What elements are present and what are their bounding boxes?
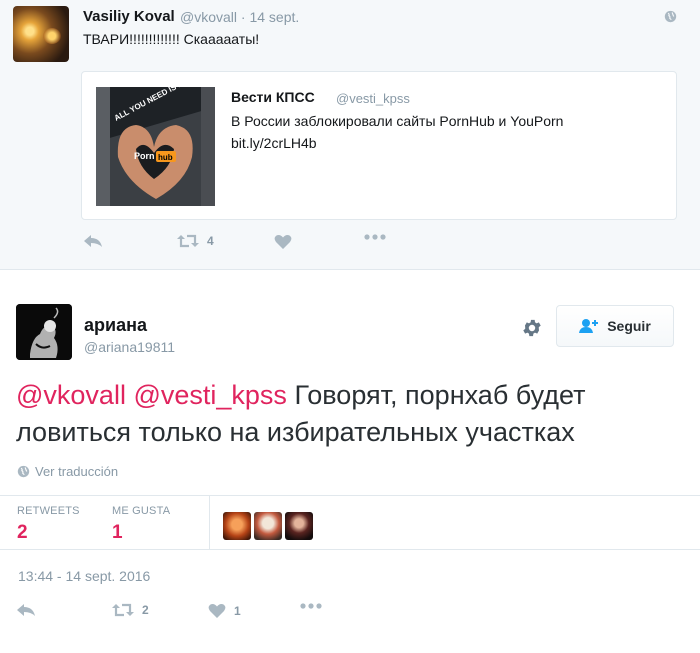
add-user-icon — [579, 319, 599, 333]
parent-tweet-actions: 4 — [83, 234, 403, 256]
translate-link[interactable]: Ver traducción — [17, 464, 118, 479]
logo-porn-text: Porn — [134, 151, 155, 161]
retweet-icon — [112, 603, 134, 617]
heart-icon — [208, 604, 226, 618]
tweet-text: @vkovall @vesti_kpss Говорят, порнхаб бу… — [16, 377, 676, 451]
retweet-button[interactable]: 4 — [177, 234, 214, 248]
likers-avatars — [223, 512, 313, 540]
reply-icon — [17, 604, 35, 616]
reply-button[interactable] — [16, 603, 36, 617]
author-handle[interactable]: @ariana19811 — [84, 339, 175, 355]
more-icon — [300, 603, 322, 609]
retweet-count: 2 — [142, 603, 149, 617]
follow-button-label: Seguir — [607, 318, 651, 334]
tweet-date[interactable]: · 14 sept. — [241, 9, 299, 25]
globe-icon — [664, 10, 677, 23]
tweet-text: ТВАРИ!!!!!!!!!!!!! Скаааааты! — [83, 31, 260, 47]
likes-stat[interactable]: ME GUSTA 1 — [112, 505, 170, 544]
main-tweet: ариана @ariana19811 Seguir @vkovall @ves… — [0, 270, 700, 653]
quoted-tweet-link[interactable]: bit.ly/2crLH4b — [231, 135, 317, 151]
quoted-tweet-image[interactable]: Porn hub ALL YOU NEED IS HAND — [96, 87, 215, 206]
logo-hub-text: hub — [158, 153, 173, 162]
tweet-stats: RETWEETS 2 ME GUSTA 1 — [0, 495, 700, 550]
quoted-tweet[interactable]: Porn hub ALL YOU NEED IS HAND Вести КПСС… — [81, 71, 677, 220]
translate-label: Ver traducción — [35, 464, 119, 479]
main-tweet-actions: 2 1 — [16, 603, 346, 625]
more-button[interactable] — [300, 603, 322, 609]
quoted-author-name[interactable]: Вести КПСС — [231, 89, 315, 105]
like-button[interactable]: 1 — [208, 603, 241, 619]
retweets-stat[interactable]: RETWEETS 2 — [17, 505, 80, 544]
avatar-vasiliy-koval[interactable] — [13, 6, 69, 62]
liker-avatar[interactable] — [285, 512, 313, 540]
stats-divider — [209, 496, 210, 550]
quoted-tweet-text: В России заблокировали сайты PornHub и Y… — [231, 113, 564, 129]
mention-vesti-kpss[interactable]: @vesti_kpss — [133, 380, 286, 410]
avatar-ariana[interactable] — [16, 304, 72, 360]
gear-icon[interactable] — [521, 317, 543, 339]
liker-avatar[interactable] — [254, 512, 282, 540]
retweet-count: 4 — [207, 234, 214, 248]
like-button[interactable] — [274, 234, 292, 250]
author-handle-date: @vkovall · 14 sept. — [180, 9, 299, 25]
reply-icon — [84, 235, 102, 247]
liker-avatar[interactable] — [223, 512, 251, 540]
retweet-icon — [177, 234, 199, 248]
parent-tweet[interactable]: Vasiliy Koval @vkovall · 14 sept. ТВАРИ!… — [0, 0, 700, 270]
retweets-label: RETWEETS — [17, 505, 80, 517]
author-name[interactable]: ариана — [84, 315, 147, 336]
author-name[interactable]: Vasiliy Koval — [83, 8, 175, 25]
author-handle[interactable]: @vkovall — [180, 9, 237, 25]
reply-button[interactable] — [83, 234, 103, 248]
more-icon — [364, 234, 386, 240]
quoted-author-handle[interactable]: @vesti_kpss — [336, 91, 410, 106]
heart-icon — [274, 235, 292, 249]
likes-value: 1 — [112, 522, 123, 543]
tweet-timestamp[interactable]: 13:44 - 14 sept. 2016 — [18, 568, 150, 584]
likes-label: ME GUSTA — [112, 505, 171, 517]
like-count: 1 — [234, 604, 241, 618]
globe-icon — [17, 465, 30, 478]
follow-button[interactable]: Seguir — [556, 305, 674, 347]
retweet-button[interactable]: 2 — [112, 603, 149, 617]
mention-vkovall[interactable]: @vkovall — [16, 380, 126, 410]
more-button[interactable] — [364, 234, 386, 240]
retweets-value: 2 — [17, 522, 28, 543]
